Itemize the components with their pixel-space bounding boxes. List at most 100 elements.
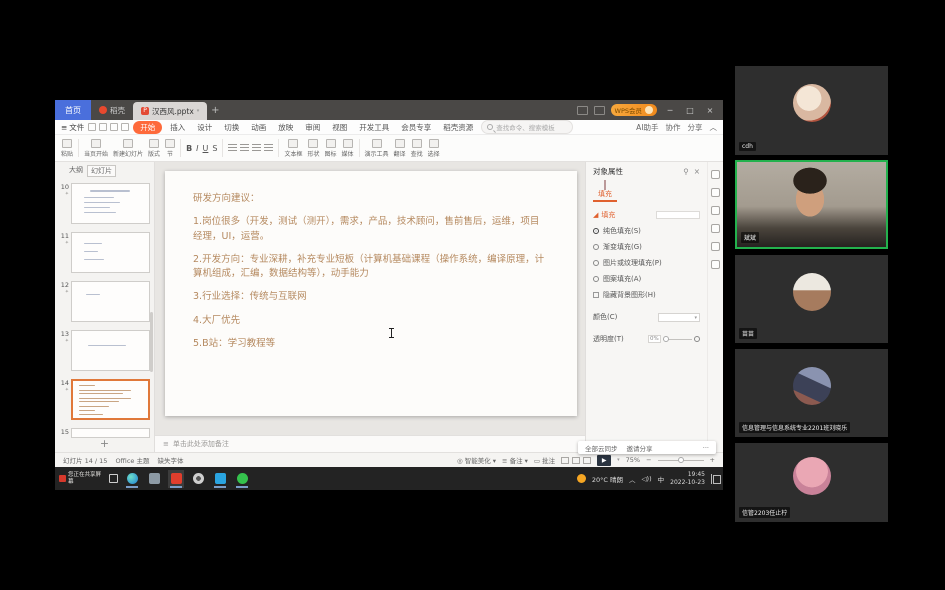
thumbnail-scrollbar[interactable] [150, 312, 153, 372]
document-tab[interactable]: P 汉西风.pptx ▾ [133, 102, 207, 120]
tab-home[interactable]: 开始 [133, 121, 162, 134]
justify-icon[interactable] [264, 144, 273, 152]
align-left-icon[interactable] [228, 144, 237, 152]
taskbar-clock[interactable]: 19:45 2022-10-23 [670, 471, 705, 486]
wps-home-tab[interactable]: 首页 [55, 100, 91, 120]
command-search-input[interactable]: 查找命令、搜索模板 [481, 120, 573, 134]
slideshow-play-button[interactable]: ▶ [597, 455, 611, 466]
collaborate-button[interactable]: 协作 [666, 122, 681, 133]
share-button[interactable]: 分享 [688, 122, 703, 133]
align-right-icon[interactable] [252, 144, 261, 152]
fill-tab[interactable]: 填充 [593, 181, 617, 202]
tab-slides[interactable]: 幻灯片 [87, 165, 116, 177]
invite-share-link[interactable]: 邀请分享 [627, 443, 653, 453]
find-button[interactable]: 查找 [411, 139, 423, 158]
participant-tile-1[interactable]: cdh [735, 66, 888, 155]
notes-toggle[interactable]: ≡ 备注 ▾ [502, 455, 528, 465]
tab-view[interactable]: 视图 [328, 121, 351, 134]
shape-button[interactable]: 形状 [307, 139, 319, 158]
add-slide-button[interactable]: + [55, 437, 154, 450]
ime-indicator[interactable]: 中 [658, 474, 665, 484]
taskbar-wps-app[interactable] [168, 470, 184, 488]
slide-thumbnail-12[interactable]: 12✦ [59, 281, 150, 322]
new-tab-button[interactable]: + [207, 100, 223, 120]
print-icon[interactable] [99, 123, 107, 131]
task-view-icon[interactable] [109, 474, 118, 483]
slide-14-editing-area[interactable]: 研发方向建议： 1.岗位很多（开发，测试（测开），需求，产品，技术顾问，售前售后… [165, 171, 577, 416]
more-options-icon[interactable]: ··· [703, 444, 709, 452]
translate-button[interactable]: 翻译 [394, 139, 406, 158]
tab-design[interactable]: 设计 [193, 121, 216, 134]
close-button[interactable]: × [703, 106, 717, 115]
slider-handle[interactable] [663, 336, 669, 342]
option-pattern-fill[interactable]: 图案填充(A) [593, 274, 700, 284]
bold-button[interactable]: B [186, 144, 192, 153]
participant-tile-2-speaking[interactable]: 斌斌 [735, 160, 888, 249]
select-button[interactable]: 选择 [428, 139, 440, 158]
underline-button[interactable]: U [203, 144, 209, 153]
align-center-icon[interactable] [240, 144, 249, 152]
slide-thumbnail-14-selected[interactable]: 14✦ [59, 379, 150, 420]
reading-view-icon[interactable] [583, 457, 591, 464]
tab-slideshow[interactable]: 放映 [274, 121, 297, 134]
theme-name[interactable]: Office 主题 [115, 455, 149, 465]
zoom-level[interactable]: 75% [626, 456, 640, 464]
tray-expand-icon[interactable]: ︿ [629, 474, 636, 484]
taskbar-settings-app[interactable] [190, 470, 206, 488]
clipart-pane-icon[interactable] [711, 242, 720, 251]
participant-tile-5[interactable]: 信管2203任止柠 [735, 443, 888, 522]
taskbar-wechat-app[interactable] [234, 470, 250, 488]
icon-library-button[interactable]: 图标 [325, 139, 337, 158]
slide-thumbnail-13[interactable]: 13✦ [59, 330, 150, 371]
user-account-badge[interactable]: WPS会员 [611, 104, 657, 116]
zoom-slider-handle[interactable] [678, 457, 684, 463]
notes-bar[interactable]: ≡ 单击此处添加备注 [155, 435, 585, 452]
chart-pane-icon[interactable] [711, 224, 720, 233]
notification-center-icon[interactable] [711, 474, 719, 484]
zoom-slider[interactable] [658, 460, 704, 461]
taskbar-edge-app[interactable] [124, 470, 140, 488]
ai-assistant-button[interactable]: AI助手 [636, 122, 658, 133]
fill-section-header[interactable]: ◢ 填充 [593, 210, 700, 220]
option-picture-fill[interactable]: 图片或纹理填充(P) [593, 258, 700, 268]
animation-pane-icon[interactable] [711, 188, 720, 197]
play-from-current-button[interactable]: 当页开始 [84, 139, 108, 158]
media-button[interactable]: 媒体 [342, 139, 354, 158]
save-icon[interactable] [88, 123, 96, 131]
participant-tile-3[interactable]: 苗苗 [735, 255, 888, 343]
option-gradient-fill[interactable]: 渐变填充(G) [593, 242, 700, 252]
properties-pane-icon[interactable] [711, 170, 720, 179]
presentation-tools-button[interactable]: 演示工具 [365, 139, 389, 158]
strikethrough-button[interactable]: S [212, 144, 217, 153]
tab-docer-resources[interactable]: 稻壳资源 [439, 121, 477, 134]
slide-thumbnail-10[interactable]: 10✦ [59, 183, 150, 224]
taskbar-qq-app[interactable] [212, 470, 228, 488]
docer-templates-icon[interactable] [711, 206, 720, 215]
tab-insert[interactable]: 插入 [166, 121, 189, 134]
minimize-button[interactable]: ─ [663, 106, 677, 115]
fill-preset-dropdown[interactable] [656, 211, 700, 219]
missing-font-warning[interactable]: 缺失字体 [157, 455, 183, 465]
new-slide-button[interactable]: 新建幻灯片 [113, 139, 143, 158]
sorter-view-icon[interactable] [572, 457, 580, 464]
comments-toggle[interactable]: ▭ 批注 [534, 455, 555, 465]
section-button[interactable]: 节 [165, 139, 175, 158]
tab-transition[interactable]: 切换 [220, 121, 243, 134]
zoom-out-button[interactable]: − [646, 456, 651, 464]
close-panel-icon[interactable]: × [694, 167, 700, 176]
weather-label[interactable]: 20°C 晴朗 [592, 474, 623, 484]
redo-icon[interactable] [121, 123, 129, 131]
reset-icon[interactable] [694, 336, 700, 342]
maximize-button[interactable]: □ [683, 106, 697, 115]
tab-review[interactable]: 审阅 [301, 121, 324, 134]
collapse-ribbon-icon[interactable]: ︿ [710, 122, 718, 133]
layout-switch-icon[interactable] [577, 106, 588, 115]
undo-icon[interactable] [110, 123, 118, 131]
skin-icon[interactable] [594, 106, 605, 115]
tab-member[interactable]: 会员专享 [397, 121, 435, 134]
slide-thumbnail-11[interactable]: 11✦ [59, 232, 150, 273]
tab-devtools[interactable]: 开发工具 [355, 121, 393, 134]
participant-tile-4[interactable]: 信息管理与信息系统专业2201班刘晓乐 [735, 349, 888, 437]
option-hide-background[interactable]: 隐藏背景图形(H) [593, 290, 700, 300]
zoom-in-button[interactable]: + [710, 456, 715, 464]
